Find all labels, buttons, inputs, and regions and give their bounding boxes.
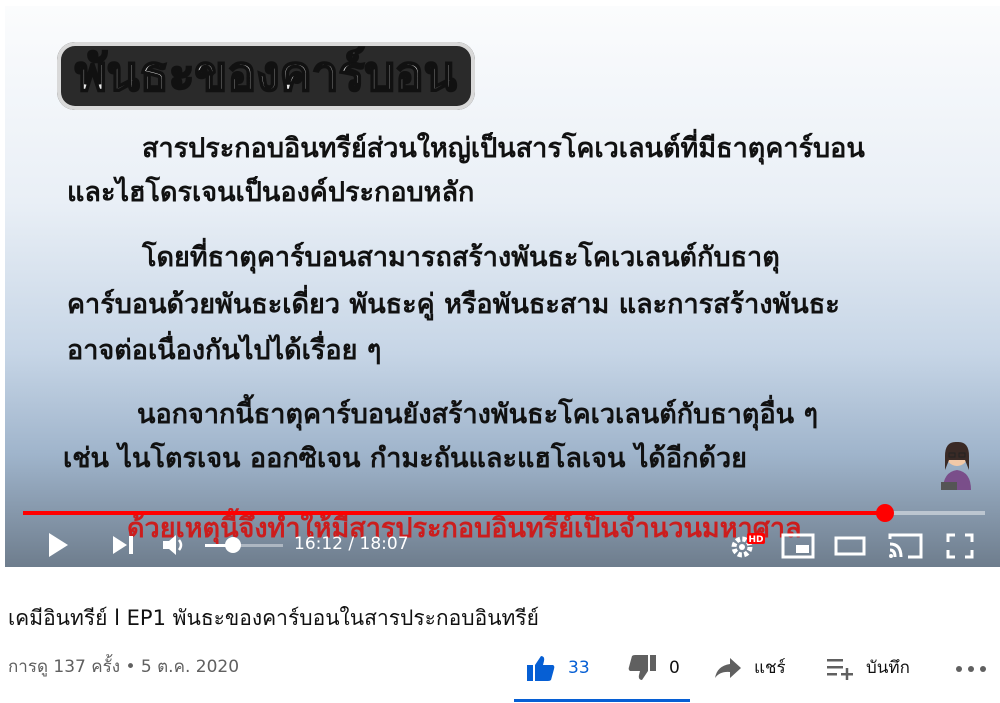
save-button[interactable]: บันทึก [826, 654, 910, 681]
slide-text-line: นอกจากนี้ธาตุคาร์บอนยังสร้างพันธะโคเวเลน… [137, 399, 819, 430]
like-count: 33 [568, 658, 590, 678]
time-display: 16:12 / 18:07 [294, 534, 409, 554]
save-label: บันทึก [866, 658, 910, 678]
slide-text-line: อาจต่อเนื่องกันไปได้เรื่อย ๆ [67, 335, 382, 366]
volume-knob[interactable] [225, 537, 242, 553]
volume-icon[interactable] [160, 532, 188, 558]
slide-text-line: เช่น ไนโตรเจน ออกซิเจน กำมะถันและแฮโลเจน… [63, 443, 747, 474]
presenter-avatar-icon [941, 441, 971, 490]
share-icon [715, 657, 741, 678]
thumbs-up-icon [527, 656, 555, 681]
next-icon[interactable] [110, 533, 136, 557]
slide-text-line: และไฮโดรเจนเป็นองค์ประกอบหลัก [67, 177, 475, 208]
theater-icon[interactable] [834, 535, 866, 557]
cast-icon[interactable] [888, 531, 924, 561]
share-label: แชร์ [754, 658, 786, 678]
video-player[interactable]: พันธะของคาร์บอน สารประกอบอินทรีย์ส่วนใหญ… [5, 6, 1000, 567]
video-title: เคมีอินทรีย์ l EP1 พันธะของคาร์บอนในสารป… [8, 606, 539, 630]
share-button[interactable]: แชร์ [714, 654, 786, 681]
more-actions-icon[interactable] [955, 664, 987, 674]
hd-badge: HD [748, 535, 763, 545]
slide-text-line: คาร์บอนด้วยพันธะเดี่ยว พันธะคู่ หรือพันธ… [67, 289, 840, 320]
play-icon[interactable] [45, 530, 71, 560]
fullscreen-icon[interactable] [945, 532, 975, 560]
settings-icon[interactable]: HD [727, 530, 765, 562]
slide-text-line: สารประกอบอินทรีย์ส่วนใหญ่เป็นสารโคเวเลนต… [142, 133, 865, 164]
dislike-count: 0 [669, 658, 680, 678]
playlist-add-icon [827, 658, 853, 680]
view-count-date: การดู 137 ครั้ง • 5 ต.ค. 2020 [8, 657, 240, 677]
slide-text-line: โดยที่ธาตุคาร์บอนสามารถสร้างพันธะโคเวเลน… [142, 242, 780, 273]
progress-played [23, 511, 885, 515]
like-ratio-bar [514, 699, 690, 702]
like-button[interactable]: 33 [526, 654, 590, 682]
slide-title: พันธะของคาร์บอน [57, 42, 475, 110]
dislike-button[interactable]: 0 [627, 654, 680, 682]
miniplayer-icon[interactable] [781, 533, 815, 559]
thumbs-down-icon [628, 655, 656, 680]
progress-scrubber[interactable] [875, 504, 894, 522]
